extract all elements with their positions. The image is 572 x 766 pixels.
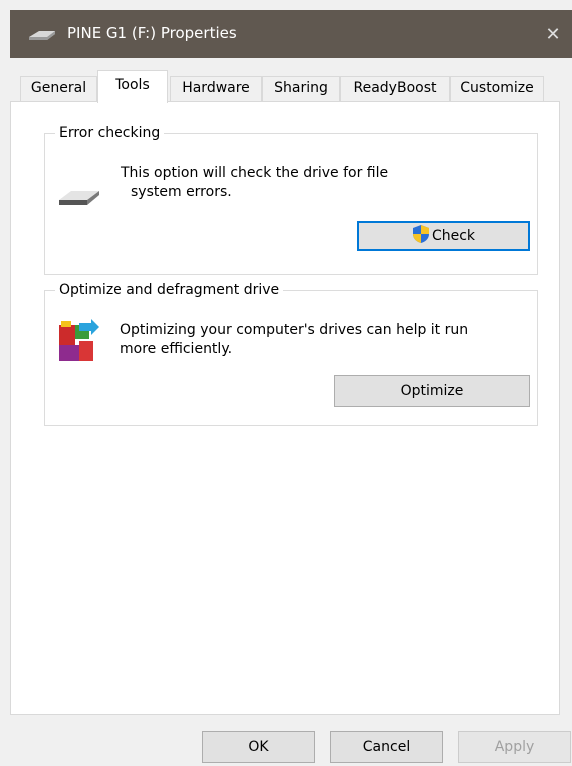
- description-line: more efficiently.: [120, 341, 233, 357]
- optimize-button-label: Optimize: [400, 383, 464, 399]
- tab-customize[interactable]: Customize: [450, 76, 544, 102]
- tab-label: Hardware: [182, 80, 250, 96]
- cancel-button-label: Cancel: [362, 739, 411, 755]
- defrag-icon: [57, 319, 101, 369]
- tools-tab-panel: Error checking This option will check th…: [10, 101, 560, 715]
- check-button[interactable]: Check: [357, 221, 530, 251]
- apply-button-label: Apply: [494, 739, 535, 755]
- error-checking-group: Error checking This option will check th…: [44, 124, 538, 275]
- tab-label: ReadyBoost: [353, 80, 437, 96]
- optimize-group: Optimize and defragment drive Optimizing…: [44, 281, 538, 426]
- optimize-legend: Optimize and defragment drive: [55, 281, 284, 299]
- description-line: Optimizing your computer's drives can he…: [120, 322, 469, 338]
- error-checking-legend: Error checking: [55, 124, 165, 142]
- description-line: This option will check the drive for fil…: [121, 165, 389, 181]
- tab-label: Customize: [460, 80, 534, 96]
- tab-label: Tools: [115, 77, 150, 93]
- cancel-button[interactable]: Cancel: [330, 731, 443, 763]
- close-icon: ✕: [545, 23, 561, 45]
- error-checking-description: This option will check the drive for fil…: [121, 164, 388, 202]
- tab-label: Sharing: [274, 80, 328, 96]
- tab-hardware[interactable]: Hardware: [170, 76, 262, 102]
- ok-button[interactable]: OK: [202, 731, 315, 763]
- window-titlebar: PINE G1 (F:) Properties ✕: [10, 10, 572, 58]
- check-button-content: Check: [412, 224, 475, 248]
- tab-tools[interactable]: Tools: [97, 70, 168, 103]
- tab-readyboost[interactable]: ReadyBoost: [340, 76, 450, 102]
- optimize-button[interactable]: Optimize: [334, 375, 530, 407]
- shield-icon: [412, 224, 430, 248]
- check-button-label: Check: [431, 228, 476, 244]
- drive-icon: [27, 28, 57, 46]
- tab-sharing[interactable]: Sharing: [262, 76, 340, 102]
- optimize-description: Optimizing your computer's drives can he…: [120, 321, 468, 359]
- description-line: system errors.: [131, 184, 232, 200]
- ok-button-label: OK: [248, 739, 269, 755]
- close-button[interactable]: ✕: [534, 10, 572, 58]
- apply-button[interactable]: Apply: [458, 731, 571, 763]
- hard-drive-icon: [57, 186, 101, 214]
- window-title: PINE G1 (F:) Properties: [67, 24, 237, 42]
- tab-label: General: [30, 80, 87, 96]
- tab-general[interactable]: General: [20, 76, 97, 102]
